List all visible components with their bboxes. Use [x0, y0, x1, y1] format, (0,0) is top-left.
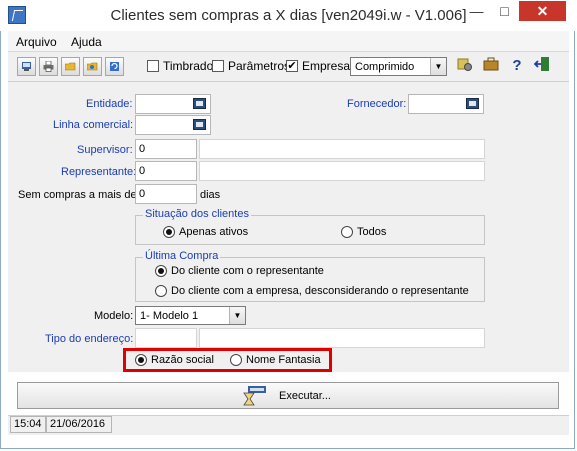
entidade-label: Entidade: [86, 98, 133, 110]
zoom-icon[interactable] [193, 119, 206, 130]
supervisor-name-field [199, 139, 485, 159]
folder-open-icon [65, 62, 76, 71]
chevron-down-icon: ▼ [229, 307, 245, 324]
refresh-icon [110, 62, 119, 71]
zoom-icon[interactable] [193, 98, 206, 109]
cliente-representante-label: Do cliente com o representante [171, 265, 324, 277]
ultima-compra-title: Última Compra [143, 250, 221, 262]
print-preview-button[interactable] [17, 57, 36, 76]
execute-label: Executar... [279, 390, 331, 402]
empresa-checkbox[interactable]: ✔ [286, 60, 298, 72]
parametros-checkbox[interactable] [212, 60, 224, 72]
print-preview-icon [22, 62, 31, 71]
representante-name-field [199, 161, 485, 181]
hourglass-icon [243, 386, 266, 406]
refresh-button[interactable] [105, 57, 124, 76]
timbrado-label: Timbrado [163, 59, 214, 73]
sem-compras-field[interactable]: 0 [135, 184, 197, 204]
tipo-endereco-field[interactable] [135, 328, 197, 348]
linha-comercial-label: Linha comercial: [53, 119, 134, 131]
linha-comercial-field[interactable] [135, 115, 211, 135]
modelo-combo[interactable]: 1- Modelo 1 ▼ [135, 306, 246, 325]
radio-nome-fantasia[interactable] [230, 354, 242, 366]
empresa-label: Empresa [302, 59, 351, 73]
exit-door-icon [533, 57, 549, 71]
briefcase-icon [483, 57, 499, 71]
print-button[interactable] [39, 57, 58, 76]
supervisor-label: Supervisor: [77, 144, 133, 156]
entidade-field[interactable] [135, 94, 211, 114]
status-date: 21/06/2016 [46, 416, 112, 433]
parametros-label: Parâmetros [228, 59, 291, 73]
maximize-button[interactable]: □ [491, 1, 518, 21]
supervisor-field[interactable]: 0 [135, 139, 197, 159]
minimize-button[interactable]: — [463, 1, 490, 21]
modelo-label: Modelo: [94, 310, 134, 322]
tipo-endereco-label: Tipo do endereço: [45, 333, 134, 345]
representante-field[interactable]: 0 [135, 161, 197, 181]
radio-cliente-empresa[interactable] [155, 285, 167, 297]
radio-apenas-ativos[interactable] [163, 226, 175, 238]
chevron-down-icon: ▼ [430, 58, 446, 75]
fornecedor-field[interactable] [408, 94, 484, 114]
exit-button[interactable] [532, 56, 552, 76]
status-time: 15:04 [10, 416, 46, 433]
sem-compras-label: Sem compras a mais de: [18, 189, 140, 201]
fornecedor-label: Fornecedor: [347, 98, 407, 110]
folder-config-icon [87, 62, 98, 71]
open-button[interactable] [61, 57, 80, 76]
format-combo[interactable]: Comprimido ▼ [350, 57, 447, 76]
representante-label: Representante: [61, 166, 137, 178]
situacao-title: Situação dos clientes [143, 208, 251, 220]
apenas-ativos-label: Apenas ativos [179, 226, 249, 238]
menu-arquivo[interactable]: Arquivo [16, 35, 57, 49]
modelo-combo-value: 1- Modelo 1 [140, 310, 199, 322]
configure-button[interactable] [83, 57, 102, 76]
radio-todos[interactable] [341, 226, 353, 238]
tipo-endereco-desc-field [199, 328, 485, 348]
briefcase-button[interactable] [481, 56, 501, 76]
timbrado-checkbox[interactable] [147, 60, 159, 72]
dias-label: dias [200, 189, 221, 201]
todos-label: Todos [357, 226, 387, 238]
razao-social-label: Razão social [151, 354, 214, 366]
close-button[interactable]: ✕ [519, 1, 566, 21]
radio-razao-social[interactable] [135, 354, 147, 366]
format-combo-value: Comprimido [355, 61, 415, 73]
gear-icon [457, 58, 472, 71]
printer-icon [43, 61, 54, 72]
menu-ajuda[interactable]: Ajuda [71, 35, 102, 49]
gear-button[interactable] [455, 56, 475, 76]
help-icon[interactable]: ? [507, 56, 527, 76]
radio-cliente-representante[interactable] [155, 265, 167, 277]
nome-fantasia-label: Nome Fantasia [246, 354, 321, 366]
cliente-empresa-label: Do cliente com a empresa, desconsiderand… [171, 285, 469, 297]
zoom-icon[interactable] [466, 98, 479, 109]
